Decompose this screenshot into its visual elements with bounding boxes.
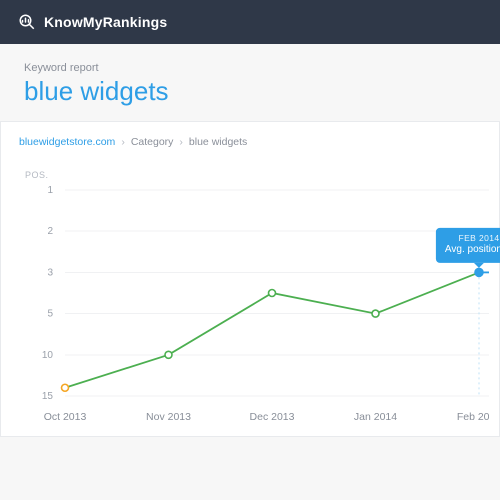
data-point[interactable] — [62, 384, 69, 391]
data-point[interactable] — [372, 310, 379, 317]
breadcrumb-keyword: blue widgets — [189, 136, 247, 148]
report-kicker: Keyword report — [24, 62, 476, 74]
top-bar: KnowMyRankings — [0, 0, 500, 44]
chart-svg: 1 2 3 5 10 15 Oct 2013 Nov 2013 Dec 2013 Jan 2014… — [19, 166, 489, 436]
x-tick-label: Feb 2014 — [457, 411, 489, 423]
x-tick-label: Nov 2013 — [146, 411, 191, 423]
y-tick-label: 15 — [42, 391, 54, 402]
brand: KnowMyRankings — [18, 13, 167, 31]
y-axis-label: POS. — [25, 170, 49, 180]
position-chart: POS. 1 2 3 5 10 15 Oct 2013 Nov 2013 Dec 2013 Jan… — [19, 166, 481, 436]
y-tick-label: 1 — [47, 185, 53, 196]
tooltip-month: FEB 2014 — [445, 233, 500, 244]
data-point[interactable] — [165, 351, 172, 358]
report-card: bluewidgetstore.com › Category › blue wi… — [0, 121, 500, 437]
x-tick-label: Jan 2014 — [354, 411, 397, 423]
breadcrumb-category: Category — [131, 136, 174, 148]
y-tick-label: 2 — [47, 226, 53, 237]
x-tick-label: Oct 2013 — [44, 411, 87, 423]
magnifier-chart-icon — [18, 13, 36, 31]
x-tick-label: Dec 2013 — [250, 411, 295, 423]
chart-tooltip: FEB 2014 Avg. position: 3 — [436, 228, 500, 262]
brand-name: KnowMyRankings — [44, 14, 167, 30]
breadcrumb-domain[interactable]: bluewidgetstore.com — [19, 136, 115, 148]
tooltip-value: Avg. position: 3 — [445, 244, 500, 255]
data-point[interactable] — [269, 290, 276, 297]
report-title: blue widgets — [24, 76, 476, 107]
y-tick-label: 5 — [47, 309, 53, 320]
report-header: Keyword report blue widgets — [0, 44, 500, 121]
chevron-right-icon: › — [179, 136, 183, 148]
y-tick-label: 10 — [42, 350, 54, 361]
breadcrumb: bluewidgetstore.com › Category › blue wi… — [19, 136, 481, 166]
chevron-right-icon: › — [121, 136, 125, 148]
y-tick-label: 3 — [47, 267, 53, 278]
